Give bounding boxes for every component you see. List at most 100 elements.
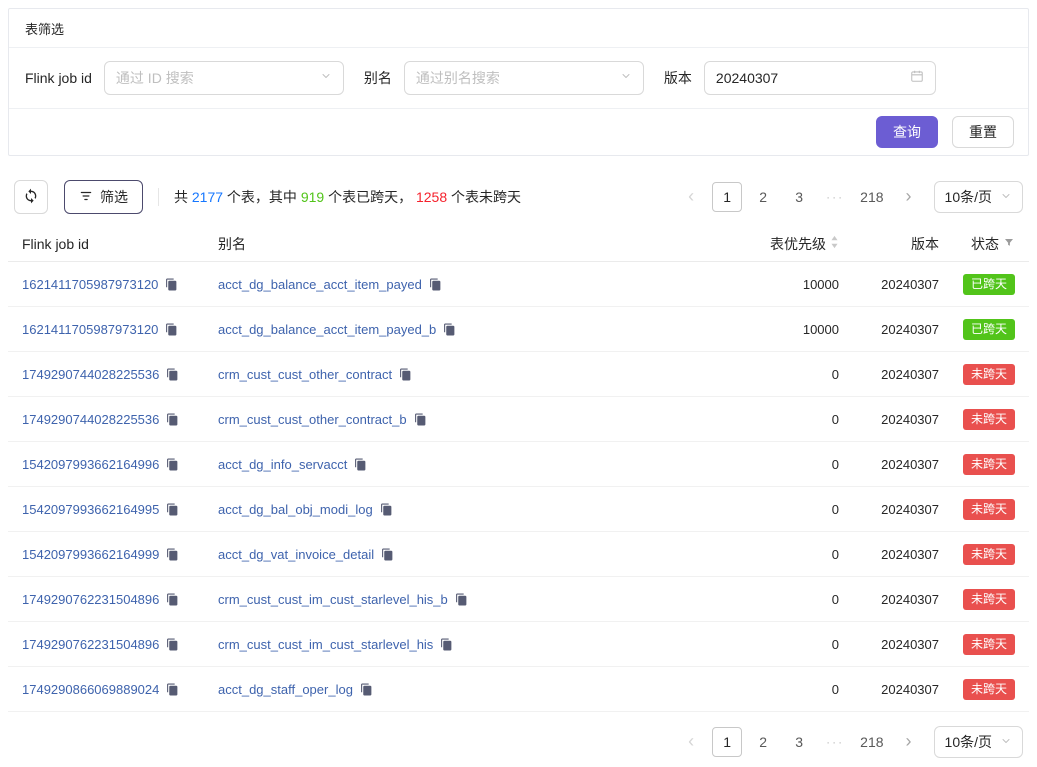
flink-job-id-link[interactable]: 1542097993662164995 — [22, 502, 159, 517]
alias-label: 别名 — [364, 68, 392, 88]
flink-job-id-link[interactable]: 1621411705987973120 — [22, 322, 158, 337]
copy-icon[interactable] — [166, 458, 179, 471]
pagination-ellipsis[interactable]: ··· — [820, 727, 850, 757]
pagination-page-1[interactable]: 1 — [712, 182, 742, 212]
pagination-page-2[interactable]: 2 — [748, 182, 778, 212]
copy-icon[interactable] — [399, 368, 412, 381]
flink-job-id-link[interactable]: 1749290744028225536 — [22, 412, 159, 427]
alias-link[interactable]: acct_dg_info_servacct — [218, 457, 347, 472]
status-cell: 未跨天 — [939, 589, 1015, 610]
alias-cell: acct_dg_vat_invoice_detail — [218, 547, 679, 562]
crossed-count: 919 — [301, 189, 324, 205]
pagination-page-218[interactable]: 218 — [856, 727, 887, 757]
pagination-prev[interactable]: ‹ — [676, 727, 706, 757]
copy-icon[interactable] — [165, 278, 178, 291]
flink-job-id-cell: 1749290866069889024 — [22, 682, 218, 697]
pagination: ‹123···218› — [676, 727, 923, 757]
col-priority-label: 表优先级 — [770, 234, 826, 254]
query-button[interactable]: 查询 — [876, 116, 938, 148]
status-cell: 已跨天 — [939, 319, 1015, 340]
pagination-page-3[interactable]: 3 — [784, 182, 814, 212]
alias-link[interactable]: crm_cust_cust_im_cust_starlevel_his — [218, 637, 433, 652]
reset-button[interactable]: 重置 — [952, 116, 1014, 148]
status-cell: 未跨天 — [939, 409, 1015, 430]
status-filter-icon[interactable] — [1003, 236, 1015, 252]
flink-job-id-cell: 1542097993662164999 — [22, 547, 218, 562]
copy-icon[interactable] — [166, 413, 179, 426]
refresh-button[interactable] — [14, 180, 48, 214]
priority-cell: 10000 — [679, 322, 839, 337]
version-cell: 20240307 — [839, 637, 939, 652]
pagination: ‹123···218› — [676, 182, 923, 212]
copy-icon[interactable] — [166, 638, 179, 651]
flink-job-id-select[interactable]: 通过 ID 搜索 — [104, 61, 344, 95]
pagination-page-218[interactable]: 218 — [856, 182, 887, 212]
priority-cell: 0 — [679, 502, 839, 517]
flink-job-id-cell: 1749290744028225536 — [22, 412, 218, 427]
flink-job-id-link[interactable]: 1749290744028225536 — [22, 367, 159, 382]
pagination-prev[interactable]: ‹ — [676, 182, 706, 212]
status-cell: 未跨天 — [939, 454, 1015, 475]
alias-link[interactable]: crm_cust_cust_im_cust_starlevel_his_b — [218, 592, 448, 607]
pagination-page-2[interactable]: 2 — [748, 727, 778, 757]
copy-icon[interactable] — [165, 323, 178, 336]
alias-link[interactable]: acct_dg_balance_acct_item_payed — [218, 277, 422, 292]
copy-icon[interactable] — [381, 548, 394, 561]
alias-link[interactable]: acct_dg_bal_obj_modi_log — [218, 502, 373, 517]
flink-job-id-cell: 1749290744028225536 — [22, 367, 218, 382]
alias-link[interactable]: acct_dg_staff_oper_log — [218, 682, 353, 697]
pagination-page-1[interactable]: 1 — [712, 727, 742, 757]
copy-icon[interactable] — [429, 278, 442, 291]
copy-icon[interactable] — [440, 638, 453, 651]
page-size-select[interactable]: 10条/页 — [934, 726, 1023, 758]
pagination-next[interactable]: › — [894, 182, 924, 212]
alias-cell: crm_cust_cust_im_cust_starlevel_his — [218, 637, 679, 652]
table-row: 1542097993662164996 acct_dg_info_servacc… — [8, 442, 1029, 487]
copy-icon[interactable] — [414, 413, 427, 426]
pagination-ellipsis[interactable]: ··· — [820, 182, 850, 212]
copy-icon[interactable] — [443, 323, 456, 336]
flink-job-id-cell: 1621411705987973120 — [22, 322, 218, 337]
alias-link[interactable]: acct_dg_balance_acct_item_payed_b — [218, 322, 436, 337]
alias-select[interactable]: 通过别名搜索 — [404, 61, 644, 95]
summary-seg: 个表已跨天， — [324, 189, 416, 205]
copy-icon[interactable] — [166, 593, 179, 606]
pagination-page-3[interactable]: 3 — [784, 727, 814, 757]
version-cell: 20240307 — [839, 277, 939, 292]
copy-icon[interactable] — [166, 368, 179, 381]
copy-icon[interactable] — [166, 683, 179, 696]
filter-fields: Flink job id 通过 ID 搜索 别名 通过别名搜索 — [9, 48, 1028, 108]
col-flink-job-id: Flink job id — [22, 236, 218, 252]
sort-icon[interactable] — [830, 235, 839, 252]
filter-button[interactable]: 筛选 — [64, 180, 143, 214]
flink-job-id-link[interactable]: 1749290762231504896 — [22, 592, 159, 607]
table-row: 1749290762231504896 crm_cust_cust_im_cus… — [8, 577, 1029, 622]
page-size-select[interactable]: 10条/页 — [934, 181, 1023, 213]
footer: ‹123···218› 10条/页 — [14, 726, 1023, 758]
col-version: 版本 — [839, 234, 939, 254]
copy-icon[interactable] — [455, 593, 468, 606]
table-row: 1542097993662164995 acct_dg_bal_obj_modi… — [8, 487, 1029, 532]
table-row: 1749290866069889024 acct_dg_staff_oper_l… — [8, 667, 1029, 712]
alias-link[interactable]: crm_cust_cust_other_contract — [218, 367, 392, 382]
flink-job-id-link[interactable]: 1621411705987973120 — [22, 277, 158, 292]
priority-cell: 10000 — [679, 277, 839, 292]
copy-icon[interactable] — [354, 458, 367, 471]
pagination-next[interactable]: › — [894, 727, 924, 757]
copy-icon[interactable] — [380, 503, 393, 516]
alias-link[interactable]: crm_cust_cust_other_contract_b — [218, 412, 407, 427]
filter-card: 表筛选 Flink job id 通过 ID 搜索 别名 通过别名搜索 — [8, 8, 1029, 156]
flink-job-id-link[interactable]: 1542097993662164996 — [22, 457, 159, 472]
flink-job-id-link[interactable]: 1542097993662164999 — [22, 547, 159, 562]
field-alias: 别名 通过别名搜索 — [364, 61, 644, 95]
version-date-input[interactable]: 20240307 — [704, 61, 936, 95]
copy-icon[interactable] — [166, 548, 179, 561]
priority-cell: 0 — [679, 412, 839, 427]
filter-button-label: 筛选 — [100, 187, 128, 207]
flink-job-id-link[interactable]: 1749290762231504896 — [22, 637, 159, 652]
alias-cell: acct_dg_balance_acct_item_payed — [218, 277, 679, 292]
copy-icon[interactable] — [360, 683, 373, 696]
flink-job-id-link[interactable]: 1749290866069889024 — [22, 682, 159, 697]
alias-link[interactable]: acct_dg_vat_invoice_detail — [218, 547, 374, 562]
copy-icon[interactable] — [166, 503, 179, 516]
